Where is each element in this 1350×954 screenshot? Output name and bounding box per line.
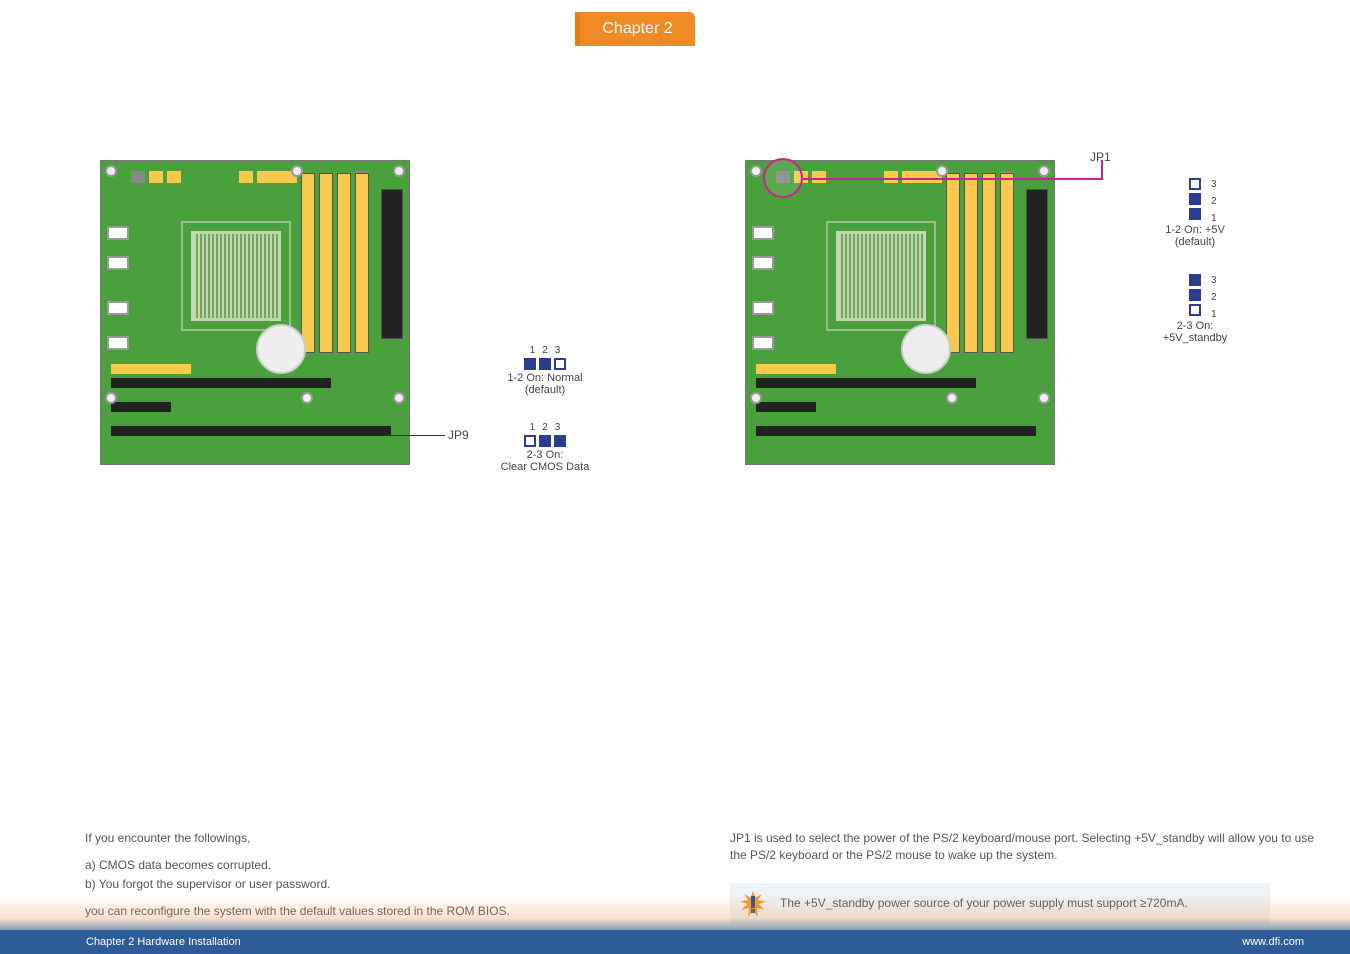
jumper-caption: 1-2 On: +5V [1145, 224, 1245, 236]
jumper-caption: (default) [485, 384, 605, 396]
jumper-caption: (default) [1145, 236, 1245, 248]
jumper-pin [1189, 208, 1201, 220]
jumper-caption: +5V_standby [1145, 332, 1245, 344]
jumper-pin [554, 435, 566, 447]
magnifier-circle [763, 158, 803, 198]
pin-num: 3 [1211, 274, 1217, 288]
right-column: JP1 3 2 1 1-2 On: +5V (default) [730, 160, 1315, 925]
jumper-pin [554, 358, 566, 370]
jumper-caption: 2-3 On: [485, 449, 605, 461]
pin-num: 2 [1211, 195, 1217, 209]
jumper-pin [539, 435, 551, 447]
pin-num: 3 [555, 345, 561, 356]
pin-num: 2 [542, 345, 548, 356]
footer-right: www.dfi.com [1242, 936, 1304, 948]
pin-num: 1 [1211, 308, 1217, 322]
page: Chapter 2 [0, 0, 1350, 954]
pin-num: 1 [530, 422, 536, 433]
jp1-jumper-5v: 3 2 1 1-2 On: +5V (default) [1145, 178, 1245, 248]
pin-num: 2 [542, 422, 548, 433]
pin-num: 1 [1211, 212, 1217, 226]
pin-num: 1 [530, 345, 536, 356]
item-b: b) You forgot the supervisor or user pas… [85, 876, 670, 893]
callout-line [385, 435, 445, 436]
footer-left: Chapter 2 Hardware Installation [86, 936, 241, 948]
pin-num: 3 [1211, 178, 1217, 192]
jp1-label: JP1 [1090, 150, 1111, 164]
jumper-caption: 1-2 On: Normal [485, 372, 605, 384]
chapter-tab-label: Chapter 2 [602, 20, 672, 38]
intro-text: If you encounter the followings, [85, 830, 670, 847]
jp9-jumper-normal: 1 2 3 1-2 On: Normal (default) [485, 345, 605, 396]
left-board-wrap: JP9 1 2 3 1-2 On: Normal (default) 1 [100, 160, 430, 480]
jumper-caption: Clear CMOS Data [485, 461, 605, 473]
jumper-pin [1189, 193, 1201, 205]
jp9-label: JP9 [448, 428, 469, 442]
pin-num: 2 [1211, 291, 1217, 305]
right-board-wrap: JP1 3 2 1 1-2 On: +5V (default) [745, 160, 1075, 480]
jumper-pin [1189, 178, 1201, 190]
top-connectors [131, 171, 369, 185]
pin-num: 3 [555, 422, 561, 433]
jp9-jumper-clear: 1 2 3 2-3 On: Clear CMOS Data [485, 422, 605, 473]
ab-list: a) CMOS data becomes corrupted. b) You f… [85, 857, 670, 893]
chapter-tab: Chapter 2 [580, 12, 695, 46]
jumper-pin [1189, 274, 1201, 286]
motherboard-illustration [745, 160, 1055, 465]
jumper-pin [1189, 289, 1201, 301]
jumper-pin [1189, 304, 1201, 316]
item-a: a) CMOS data becomes corrupted. [85, 857, 670, 874]
jumper-pin [524, 435, 536, 447]
left-column: JP9 1 2 3 1-2 On: Normal (default) 1 [85, 160, 670, 954]
footer-bar: Chapter 2 Hardware Installation www.dfi.… [0, 930, 1350, 954]
jumper-pin [539, 358, 551, 370]
magnifier-leader-line [803, 178, 1103, 180]
jp1-jumper-standby: 3 2 1 2-3 On: +5V_standby [1145, 274, 1245, 344]
motherboard-illustration [100, 160, 410, 465]
jumper-pin [524, 358, 536, 370]
jp1-description: JP1 is used to select the power of the P… [730, 830, 1315, 865]
jumper-caption: 2-3 On: [1145, 320, 1245, 332]
